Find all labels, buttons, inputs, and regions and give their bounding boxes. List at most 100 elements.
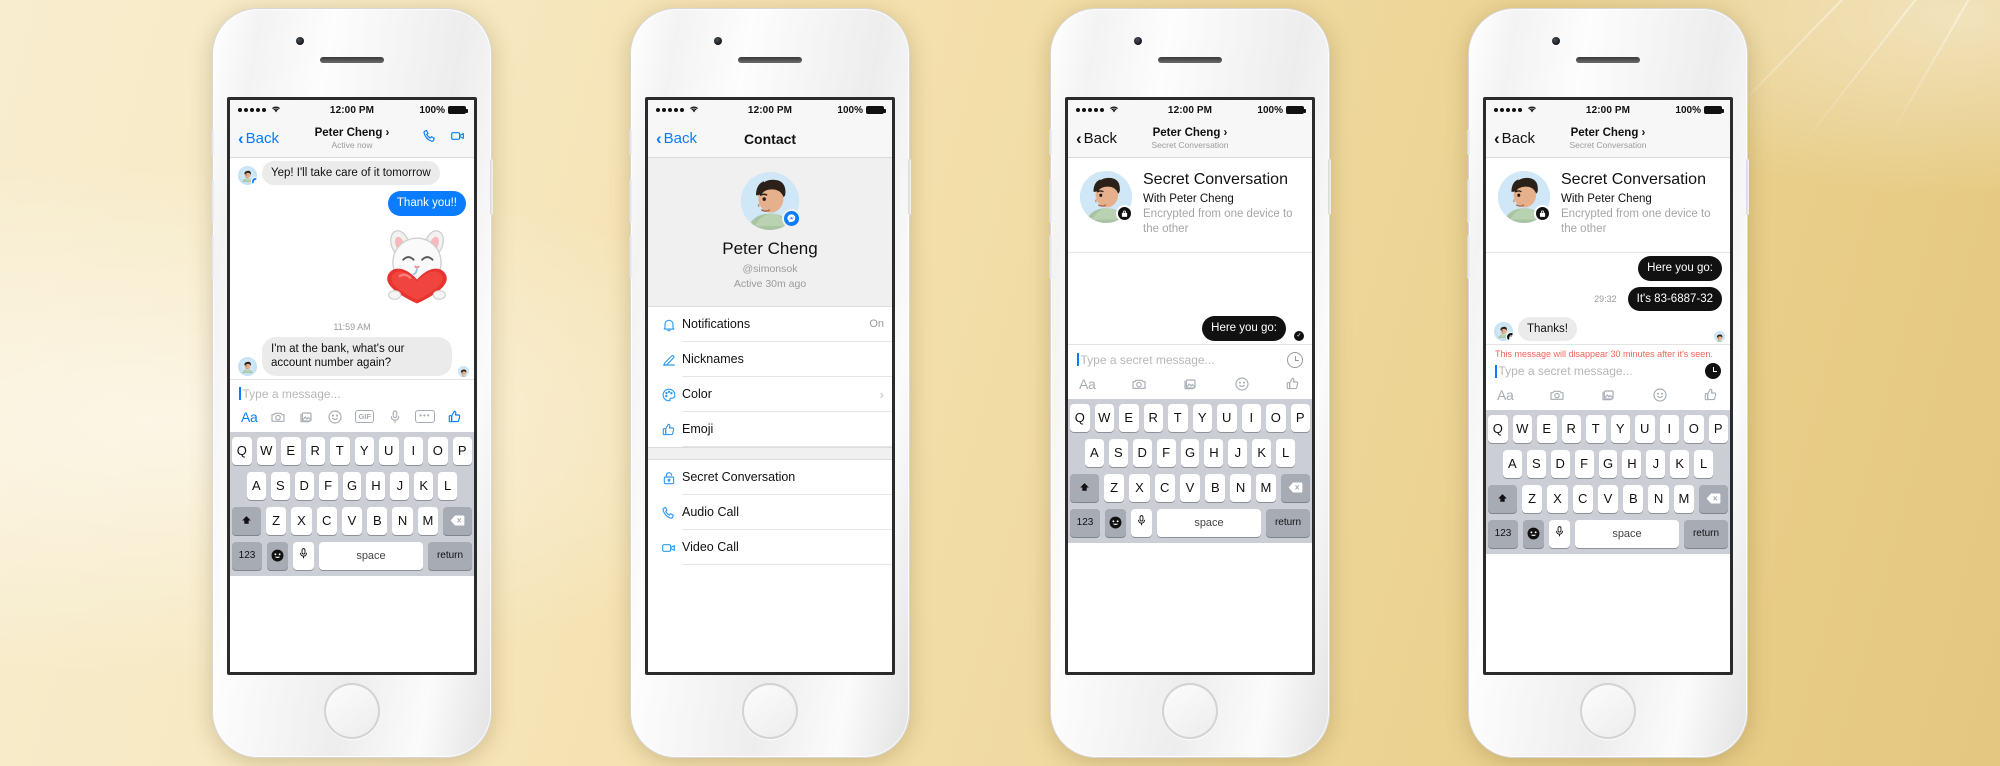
key-T[interactable]: T — [330, 436, 350, 465]
video-call-icon[interactable] — [450, 128, 466, 149]
key-I[interactable]: I — [1659, 415, 1679, 444]
key-A[interactable]: A — [1502, 450, 1522, 479]
back-button[interactable]: ‹ Back — [1494, 130, 1535, 147]
list-item-notifications[interactable]: Notifications On — [648, 307, 892, 342]
microphone-icon[interactable] — [387, 409, 403, 425]
mute-switch[interactable] — [1467, 129, 1470, 155]
key-U[interactable]: U — [1635, 415, 1655, 444]
key-S[interactable]: S — [1108, 438, 1128, 467]
key-J[interactable]: J — [1646, 450, 1666, 479]
volume-down-button[interactable] — [1049, 235, 1052, 279]
text-format-icon[interactable]: Aa — [1079, 376, 1096, 392]
key-A[interactable]: A — [246, 471, 266, 500]
message-input-placeholder[interactable]: Type a secret message... — [1499, 364, 1706, 378]
key-N[interactable]: N — [1230, 473, 1251, 502]
home-button[interactable] — [324, 683, 380, 739]
backspace-key[interactable] — [1281, 473, 1311, 502]
key-C[interactable]: C — [316, 506, 337, 535]
message-input-placeholder[interactable]: Type a message... — [243, 387, 466, 401]
key-H[interactable]: H — [1622, 450, 1642, 479]
key-K[interactable]: K — [414, 471, 434, 500]
list-item-nicknames[interactable]: Nicknames — [648, 342, 892, 377]
key-P[interactable]: P — [452, 436, 472, 465]
emoji-icon[interactable] — [1234, 376, 1250, 392]
key-Y[interactable]: Y — [1610, 415, 1630, 444]
key-G[interactable]: G — [1598, 450, 1618, 479]
key-B[interactable]: B — [367, 506, 388, 535]
key-T[interactable]: T — [1586, 415, 1606, 444]
power-button[interactable] — [1746, 159, 1749, 215]
back-button[interactable]: ‹ Back — [656, 130, 697, 147]
key-V[interactable]: V — [1597, 485, 1619, 514]
key-A[interactable]: A — [1084, 438, 1104, 467]
key-F[interactable]: F — [1156, 438, 1176, 467]
emoji-key[interactable] — [1523, 520, 1544, 549]
message-bubble[interactable]: I'm at the bank, what's our account numb… — [262, 336, 452, 376]
key-Z[interactable]: Z — [265, 506, 287, 535]
numbers-key[interactable]: 123 — [232, 541, 262, 570]
power-button[interactable] — [1328, 159, 1331, 215]
key-M[interactable]: M — [1673, 485, 1695, 514]
key-F[interactable]: F — [1574, 450, 1594, 479]
key-V[interactable]: V — [341, 506, 363, 535]
on-screen-keyboard[interactable]: Q W E R T Y U I O P A S D F G H J K L Z X C V B N M 123 space return — [1486, 410, 1730, 555]
space-key[interactable]: space — [1157, 508, 1261, 537]
key-Q[interactable]: Q — [1070, 403, 1090, 432]
key-W[interactable]: W — [256, 436, 276, 465]
disappear-timer-button[interactable] — [1705, 363, 1721, 380]
photos-icon[interactable] — [298, 409, 314, 425]
key-R[interactable]: R — [305, 436, 325, 465]
message-bubble[interactable]: Here you go: — [1202, 316, 1286, 341]
message-bubble[interactable]: Thanks! — [1518, 316, 1577, 342]
key-R[interactable]: R — [1143, 403, 1163, 432]
key-L[interactable]: L — [1276, 438, 1296, 467]
key-S[interactable]: S — [270, 471, 290, 500]
on-screen-keyboard[interactable]: Q W E R T Y U I O P A S D F G H J K L Z X C V B N M 123 space return — [1068, 398, 1312, 543]
key-D[interactable]: D — [1132, 438, 1152, 467]
key-N[interactable]: N — [1648, 485, 1669, 514]
shift-key[interactable] — [1487, 485, 1517, 514]
numbers-key[interactable]: 123 — [1488, 520, 1518, 549]
volume-up-button[interactable] — [1049, 179, 1052, 223]
volume-up-button[interactable] — [211, 179, 214, 223]
key-V[interactable]: V — [1179, 473, 1201, 502]
list-item-audio-call[interactable]: Audio Call — [648, 495, 892, 530]
volume-up-button[interactable] — [1467, 179, 1470, 223]
mic-key[interactable] — [293, 541, 314, 570]
key-X[interactable]: X — [1547, 485, 1568, 514]
key-R[interactable]: R — [1561, 415, 1581, 444]
shift-key[interactable] — [1069, 473, 1099, 502]
key-Z[interactable]: Z — [1103, 473, 1125, 502]
message-bubble[interactable]: Thank you!! — [387, 191, 466, 216]
on-screen-keyboard[interactable]: Q W E R T Y U I O P A S D F G H J K L Z X C V B N M 123 space return — [230, 431, 474, 576]
key-N[interactable]: N — [392, 506, 413, 535]
back-button[interactable]: ‹ Back — [238, 130, 279, 147]
key-K[interactable]: K — [1670, 450, 1690, 479]
key-E[interactable]: E — [281, 436, 301, 465]
key-O[interactable]: O — [428, 436, 448, 465]
key-O[interactable]: O — [1266, 403, 1286, 432]
volume-up-button[interactable] — [629, 179, 632, 223]
emoji-key[interactable] — [267, 541, 288, 570]
volume-down-button[interactable] — [211, 235, 214, 279]
disappear-timer-button[interactable] — [1287, 351, 1303, 368]
power-button[interactable] — [908, 159, 911, 215]
key-M[interactable]: M — [1255, 473, 1277, 502]
space-key[interactable]: space — [319, 541, 423, 570]
key-I[interactable]: I — [1241, 403, 1261, 432]
gif-icon[interactable]: GIF — [354, 410, 375, 423]
key-S[interactable]: S — [1526, 450, 1546, 479]
mic-key[interactable] — [1131, 508, 1152, 537]
key-L[interactable]: L — [438, 471, 458, 500]
thumbs-up-icon[interactable] — [1703, 387, 1719, 403]
key-M[interactable]: M — [417, 506, 439, 535]
back-button[interactable]: ‹ Back — [1076, 130, 1117, 147]
key-L[interactable]: L — [1694, 450, 1714, 479]
backspace-key[interactable] — [1699, 485, 1729, 514]
list-item-color[interactable]: Color › — [648, 377, 892, 412]
key-B[interactable]: B — [1205, 473, 1226, 502]
space-key[interactable]: space — [1575, 520, 1679, 549]
key-H[interactable]: H — [1204, 438, 1224, 467]
key-W[interactable]: W — [1094, 403, 1114, 432]
mic-key[interactable] — [1549, 520, 1570, 549]
